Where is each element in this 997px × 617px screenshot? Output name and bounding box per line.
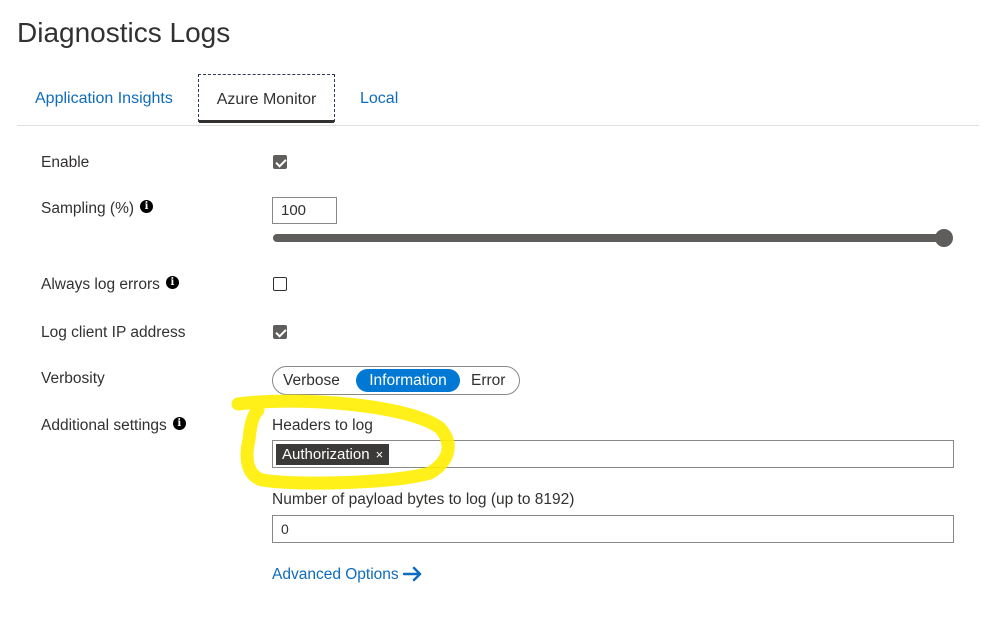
always-log-errors-row: Always log errors i	[41, 276, 179, 294]
headers-to-log-input[interactable]: Authorization ×	[272, 440, 954, 468]
always-log-errors-checkbox[interactable]	[273, 277, 287, 291]
additional-settings-label: Additional settings	[41, 417, 167, 434]
verbosity-toggle: Verbose Information Error	[272, 366, 520, 395]
log-client-ip-checkbox[interactable]	[273, 325, 287, 339]
sampling-input[interactable]	[272, 197, 337, 224]
arrow-right-icon	[402, 566, 421, 582]
sampling-label: Sampling (%)	[41, 200, 135, 217]
info-icon[interactable]: i	[140, 200, 154, 214]
slider-fill	[273, 234, 944, 242]
close-icon[interactable]: ×	[376, 447, 384, 462]
info-icon[interactable]: i	[172, 417, 186, 431]
sampling-label-row: Sampling (%) i	[41, 200, 154, 218]
info-icon[interactable]: i	[165, 276, 179, 290]
enable-checkbox[interactable]	[273, 155, 287, 169]
sampling-slider[interactable]	[273, 229, 953, 247]
page-title: Diagnostics Logs	[17, 17, 231, 48]
tab-application-insights[interactable]: Application Insights	[35, 74, 173, 122]
verbosity-option-information[interactable]: Information	[356, 369, 460, 392]
enable-label: Enable	[41, 154, 90, 171]
verbosity-label: Verbosity	[41, 370, 105, 387]
tab-bar: Application Insights Azure Monitor Local	[17, 74, 979, 126]
advanced-options-label: Advanced Options	[272, 566, 399, 583]
verbosity-option-verbose[interactable]: Verbose	[283, 369, 340, 392]
tab-azure-monitor[interactable]: Azure Monitor	[198, 74, 335, 123]
headers-to-log-label: Headers to log	[272, 417, 373, 434]
log-client-ip-label: Log client IP address	[41, 324, 186, 341]
additional-settings-row: Additional settings i	[41, 417, 186, 435]
header-tag-label: Authorization	[282, 446, 370, 463]
always-log-errors-label: Always log errors	[41, 276, 160, 293]
header-tag: Authorization ×	[276, 444, 390, 465]
payload-bytes-label: Number of payload bytes to log (up to 81…	[272, 491, 575, 508]
tab-local[interactable]: Local	[360, 74, 398, 122]
verbosity-option-error[interactable]: Error	[471, 369, 505, 392]
slider-thumb[interactable]	[935, 229, 953, 247]
advanced-options-link[interactable]: Advanced Options	[272, 566, 423, 584]
payload-bytes-input[interactable]	[272, 515, 954, 543]
